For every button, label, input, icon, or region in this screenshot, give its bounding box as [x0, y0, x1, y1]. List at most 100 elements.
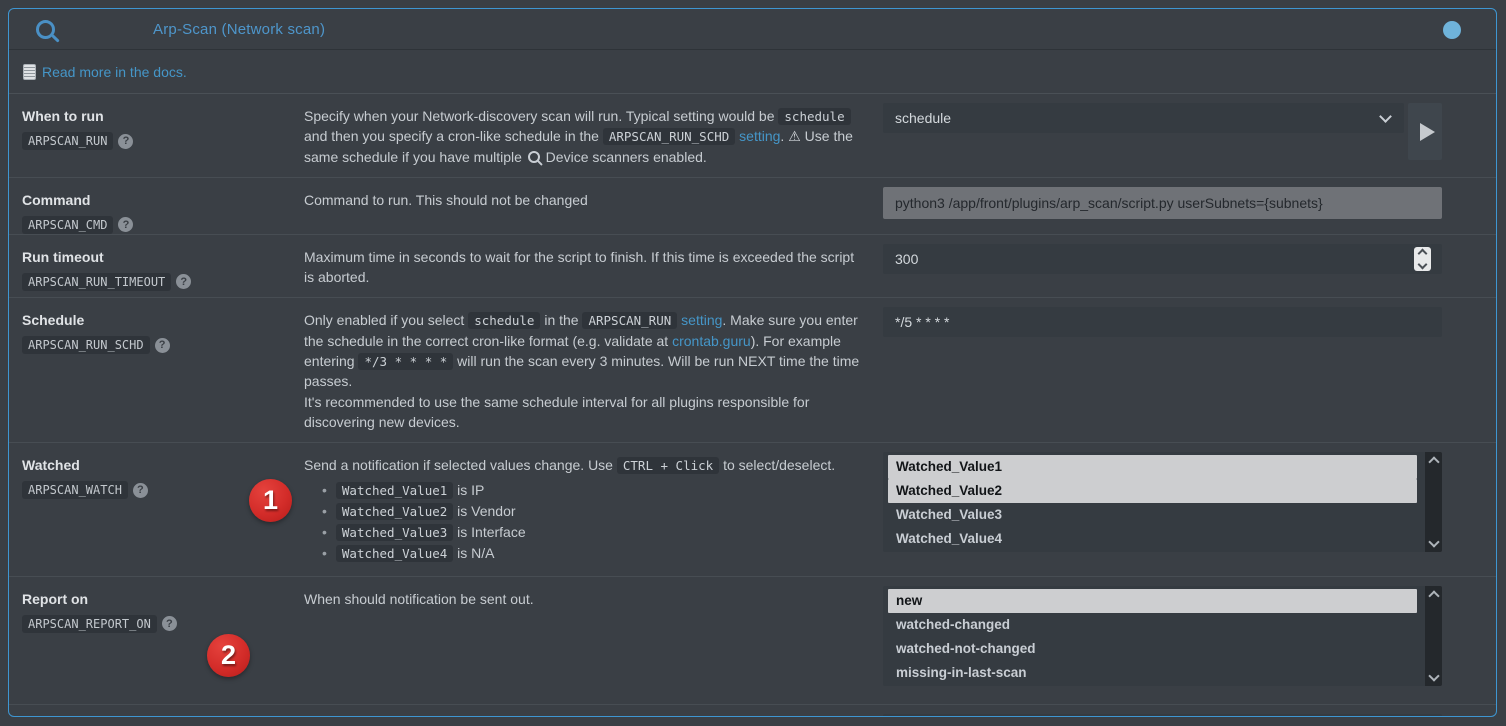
setting-label-col: Run timeout ARPSCAN_RUN_TIMEOUT ?	[9, 235, 295, 298]
number-spinner[interactable]	[1414, 247, 1431, 271]
select-option[interactable]: Watched_Value3	[888, 503, 1417, 527]
watched-bullet: Watched_Value2 is Vendor	[322, 503, 867, 520]
inline-code: ARPSCAN_RUN	[582, 312, 677, 329]
setting-label: When to run	[22, 108, 285, 124]
setting-label: Command	[22, 192, 285, 208]
docs-link[interactable]: Read more in the docs.	[42, 64, 187, 80]
select-option[interactable]: Watched_Value2	[888, 479, 1417, 503]
inline-link[interactable]: crontab.guru	[672, 333, 751, 349]
inline-code: Watched_Value3	[336, 524, 453, 541]
spinner-down-icon[interactable]	[1418, 259, 1428, 269]
arguments-input[interactable]	[883, 714, 1442, 717]
listbox-options: newwatched-changedwatched-not-changedmis…	[883, 586, 1422, 686]
setting-code: ARPSCAN_WATCH	[22, 481, 128, 499]
docs-row: Read more in the docs.	[9, 50, 1496, 94]
inline-text: Maximum time in seconds to wait for the …	[304, 249, 854, 285]
run-mode-select[interactable]: schedule	[883, 103, 1404, 133]
inline-text: is IP	[453, 482, 484, 498]
setting-label: Report on	[22, 591, 285, 607]
help-icon[interactable]: ?	[155, 338, 170, 353]
select-option[interactable]: new	[888, 589, 1417, 613]
inline-text: and then you specify a cron-like schedul…	[304, 128, 603, 144]
watched-bullet: Watched_Value1 is IP	[322, 482, 867, 499]
report-on-multiselect[interactable]: newwatched-changedwatched-not-changedmis…	[883, 586, 1442, 686]
search-icon[interactable]	[36, 20, 55, 39]
schedule-input[interactable]	[883, 307, 1442, 337]
setting-label-col: Schedule ARPSCAN_RUN_SCHD ?	[9, 298, 295, 442]
warning-icon: ⚠	[788, 128, 801, 144]
help-icon[interactable]: ?	[118, 134, 133, 149]
inline-link[interactable]: setting	[739, 128, 780, 144]
docs-icon	[23, 64, 36, 80]
watched-bullet: Watched_Value4 is N/A	[322, 545, 867, 562]
annotation-badge-2: 2	[207, 634, 250, 677]
annotation-badge-1: 1	[249, 479, 292, 522]
setting-row-schedule: Schedule ARPSCAN_RUN_SCHD ? Only enabled…	[9, 298, 1496, 443]
setting-code: ARPSCAN_CMD	[22, 216, 113, 234]
help-icon[interactable]: ?	[133, 483, 148, 498]
watched-values-list: Watched_Value1 is IPWatched_Value2 is Ve…	[304, 482, 867, 562]
plugin-status-toggle[interactable]	[1443, 21, 1461, 39]
inline-text: in the	[540, 312, 582, 328]
setting-label: Watched	[22, 457, 285, 473]
setting-code: ARPSCAN_REPORT_ON	[22, 615, 157, 633]
run-mode-select-value: schedule	[895, 110, 951, 126]
setting-control-col: newwatched-changedwatched-not-changedmis…	[883, 577, 1496, 704]
run-now-button[interactable]	[1408, 103, 1442, 160]
setting-control-col: schedule	[883, 94, 1496, 177]
help-icon[interactable]: ?	[162, 616, 177, 631]
setting-label-col: Arguments ARPSCAN_ARGS ?	[9, 705, 295, 717]
inline-text: Send a notification if selected values c…	[304, 457, 617, 473]
command-input[interactable]	[883, 187, 1442, 219]
inline-text: is Vendor	[453, 503, 515, 519]
setting-row-when-to-run: When to run ARPSCAN_RUN ? Specify when y…	[9, 94, 1496, 178]
setting-label: Schedule	[22, 312, 285, 328]
inline-code: ARPSCAN_RUN_SCHD	[603, 128, 735, 145]
setting-control-col	[883, 298, 1496, 442]
settings-page: Arp-Scan (Network scan) Read more in the…	[0, 0, 1506, 726]
select-option[interactable]: watched-changed	[888, 613, 1417, 637]
inline-text: is N/A	[453, 545, 494, 561]
select-option[interactable]: Watched_Value4	[888, 527, 1417, 551]
inline-text: is Interface	[453, 524, 525, 540]
scroll-up-icon[interactable]	[1428, 457, 1439, 468]
watched-multiselect[interactable]: Watched_Value1Watched_Value2Watched_Valu…	[883, 452, 1442, 552]
play-icon	[1420, 123, 1435, 141]
setting-description: Maximum time in seconds to wait for the …	[295, 235, 883, 298]
setting-control-col: Watched_Value1Watched_Value2Watched_Valu…	[883, 443, 1496, 575]
setting-row-command: Command ARPSCAN_CMD ? Command to run. Th…	[9, 178, 1496, 235]
inline-text: Only enabled if you select	[304, 312, 468, 328]
inline-code: schedule	[778, 108, 850, 125]
scroll-down-icon[interactable]	[1428, 537, 1439, 548]
help-icon[interactable]: ?	[118, 217, 133, 232]
setting-control-col	[883, 235, 1496, 298]
inline-code: Watched_Value2	[336, 503, 453, 520]
setting-code: ARPSCAN_RUN	[22, 132, 113, 150]
listbox-scrollbar[interactable]	[1425, 452, 1442, 552]
setting-label: Run timeout	[22, 249, 285, 265]
scroll-up-icon[interactable]	[1428, 590, 1439, 601]
watched-bullet: Watched_Value3 is Interface	[322, 524, 867, 541]
help-icon[interactable]: ?	[176, 274, 191, 289]
zoom-in-icon	[528, 151, 540, 163]
setting-description: Arguments to run arps-scan with. Recomme…	[295, 705, 883, 717]
inline-code: Watched_Value1	[336, 482, 453, 499]
scroll-down-icon[interactable]	[1428, 670, 1439, 681]
select-option[interactable]: watched-not-changed	[888, 637, 1417, 661]
inline-link[interactable]: setting	[681, 312, 722, 328]
setting-row-report-on: 2 Report on ARPSCAN_REPORT_ON ? When sho…	[9, 577, 1496, 705]
setting-description: Send a notification if selected values c…	[295, 443, 883, 575]
setting-description: Specify when your Network-discovery scan…	[295, 94, 883, 177]
timeout-input[interactable]	[883, 244, 1442, 274]
select-option[interactable]: Watched_Value1	[888, 455, 1417, 479]
inline-code: Watched_Value4	[336, 545, 453, 562]
select-option[interactable]: missing-in-last-scan	[888, 661, 1417, 685]
inline-text: Command to run. This should not be chang…	[304, 192, 588, 208]
spinner-up-icon[interactable]	[1418, 248, 1428, 258]
listbox-scrollbar[interactable]	[1425, 586, 1442, 686]
inline-text: When should notification be sent out.	[304, 591, 534, 607]
setting-control-col	[883, 178, 1496, 234]
setting-description: Only enabled if you select schedule in t…	[295, 298, 883, 442]
inline-text: Specify when your Network-discovery scan…	[304, 108, 778, 124]
setting-code: ARPSCAN_RUN_TIMEOUT	[22, 273, 171, 291]
